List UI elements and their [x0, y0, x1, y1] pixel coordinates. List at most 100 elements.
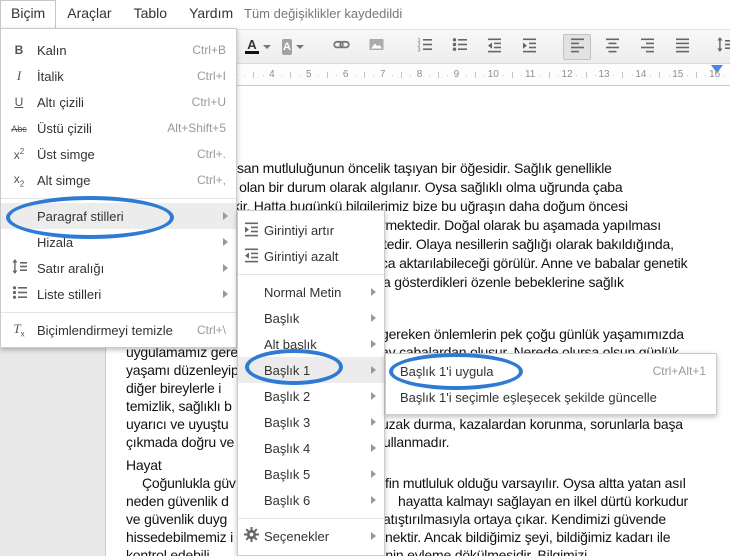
document-text-line[interactable]: Hayat [126, 458, 162, 473]
document-text-line[interactable]: a gösterdikleri özenle bebeklerine sağlı… [383, 275, 624, 290]
styles-submenu-item-normal-metin[interactable]: Normal Metin [238, 279, 384, 305]
document-text-line[interactable]: yaşamı düzenleyip [126, 363, 239, 378]
styles-submenu-item-başlık-6[interactable]: Başlık 6 [238, 487, 384, 513]
align-right-button[interactable] [633, 34, 661, 60]
document-text-line[interactable]: ullanmadır. [383, 435, 449, 450]
ruler-tick [585, 72, 587, 78]
line-spacing-icon [716, 36, 730, 58]
format-menu: B Kalın Ctrl+B I İtalik Ctrl+I U Altı çizili Ctr… [0, 28, 237, 348]
document-text-line[interactable]: r olan bir durum olarak algılanır. Oysa … [231, 180, 623, 195]
ruler-dot [391, 75, 393, 76]
ruler-number: 4 [269, 69, 275, 80]
format-menu-item-kalın[interactable]: B Kalın Ctrl+B [1, 37, 236, 63]
numbered-list-button[interactable]: 123 [410, 34, 438, 60]
text-color-button[interactable]: A [244, 34, 272, 60]
line-spacing-button[interactable] [716, 34, 730, 60]
format-menu-item-biçimlendirmeyi-temizle[interactable]: Tx Biçimlendirmeyi temizle Ctrl+\ [1, 317, 236, 343]
styles-submenu-item-seçenekler[interactable]: Seçenekler [238, 523, 384, 549]
document-text-line[interactable]: atıştırılmasıyla ortaya çıkar. Kendimizi… [383, 512, 666, 527]
justify-button[interactable] [668, 34, 696, 60]
menu-item-label: Üst simge [37, 146, 95, 162]
styles-submenu-item-başlık-2[interactable]: Başlık 2 [238, 383, 384, 409]
styles-submenu-item-girintiyi-artır[interactable]: Girintiyi artır [238, 217, 384, 243]
submenu-arrow-icon [371, 444, 376, 452]
list-styles-icon [1, 284, 37, 304]
ruler-tick [401, 72, 402, 78]
clear-formatting-icon: Tx [13, 321, 25, 339]
align-center-button[interactable] [598, 34, 626, 60]
styles-submenu-item-girintiyi-azalt[interactable]: Girintiyi azalt [238, 243, 384, 269]
styles-submenu-item-başlık-1[interactable]: Başlık 1 [238, 357, 384, 383]
menu-item-label: Normal Metin [264, 284, 342, 300]
menu-separator [1, 312, 236, 313]
svg-text:3: 3 [417, 47, 420, 53]
subscript-icon: x2 [13, 171, 25, 189]
document-text-line[interactable]: temizlik, sağlıklı b [126, 399, 232, 414]
styles-submenu-item-başlık-3[interactable]: Başlık 3 [238, 409, 384, 435]
ruler-dot [354, 75, 356, 76]
styles-submenu-item-alt-başlık[interactable]: Alt başlık [238, 331, 384, 357]
document-text-line[interactable]: uzak durma, kazalardan korunma, sorunlar… [381, 417, 683, 432]
submenu-arrow-icon [223, 238, 228, 246]
submenu-arrow-icon [371, 392, 376, 400]
menu-item-shortcut: Ctrl+U [191, 95, 226, 109]
document-text-line[interactable]: hissedebilmemiz i [126, 530, 233, 545]
document-text-line[interactable]: kontrol edebili [126, 548, 210, 556]
menu-item-label: Başlık 1 [264, 362, 311, 378]
bulleted-list-icon [451, 36, 468, 58]
styles-submenu-item-başlık-4[interactable]: Başlık 4 [238, 435, 384, 461]
menu-tab-tablo[interactable]: Tablo [123, 0, 178, 27]
document-text-line[interactable]: ca aktarılabileceği görülür. Anne ve bab… [381, 256, 688, 271]
decrease-indent-button[interactable] [480, 34, 508, 60]
document-text-line[interactable]: çıkmada doğru ve [126, 435, 234, 450]
document-text-line[interactable]: neden güvenlik d [126, 494, 229, 509]
menu-tab-biçim[interactable]: Biçim [0, 0, 57, 28]
format-menu-item-liste-stilleri[interactable]: Liste stilleri [1, 281, 236, 307]
document-text-line[interactable]: fin mutluluk olduğu varsayılır. Oysa alt… [385, 476, 686, 491]
highlight-color-button[interactable]: A [279, 34, 307, 60]
increase-indent-button[interactable] [515, 34, 543, 60]
format-menu-item-satır-aralığı[interactable]: Satır aralığı [1, 255, 236, 281]
document-text-line[interactable]: hayatta kalmayı sağlayan en ilkel dürtü … [398, 494, 688, 509]
ruler-dot [613, 75, 615, 76]
document-text-line[interactable]: nektir. Ancak bildiğimiz şeyi, bildiğimi… [385, 530, 670, 545]
insert-link-button[interactable] [327, 34, 355, 60]
document-text-line[interactable]: Çoğunlukla güv [142, 476, 236, 491]
format-menu-item-alt-simge[interactable]: x2 Alt simge Ctrl+, [1, 167, 236, 193]
align-left-button[interactable] [563, 33, 591, 60]
document-text-line[interactable]: san mutluluğunun öncelik taşıyan bir öğe… [237, 161, 612, 176]
ruler-dot [262, 75, 264, 76]
ruler-tick [474, 72, 476, 78]
document-text-line[interactable]: rmektedir. Doğal olarak bu aşamada yapıl… [381, 218, 661, 233]
ruler-number: 11 [524, 69, 536, 80]
ruler-number: 13 [598, 69, 610, 80]
format-menu-item-i-talik[interactable]: I İtalik Ctrl+I [1, 63, 236, 89]
heading1-submenu-item-başlık-1'i-uygula[interactable]: Başlık 1'i uygula Ctrl+Alt+1 [386, 358, 716, 384]
document-text-line[interactable]: gereken önlemlerin pek çoğu günlük yaşam… [381, 327, 684, 342]
document-text-line[interactable]: diğer bireylerle i [126, 381, 221, 396]
document-text-line[interactable]: ve güvenlik duyg [126, 512, 227, 527]
menu-tab-araçlar[interactable]: Araçlar [56, 0, 122, 27]
menu-tab-yardım[interactable]: Yardım [178, 0, 244, 27]
superscript-icon: x2 [13, 146, 25, 162]
heading1-submenu-item-başlık-1'i-seçimle-eşleşecek-şekilde-güncelle[interactable]: Başlık 1'i seçimle eşleşecek şekilde gün… [386, 384, 716, 410]
menu-item-label: Hizala [37, 234, 74, 250]
menu-item-label: Altı çizili [37, 94, 84, 110]
submenu-arrow-icon [371, 496, 376, 504]
document-text-line[interactable]: uyarıcı ve uyuştu [126, 417, 229, 432]
styles-submenu-item-başlık-5[interactable]: Başlık 5 [238, 461, 384, 487]
ruler-dot [520, 75, 522, 76]
styles-submenu-item-başlık[interactable]: Başlık [238, 305, 384, 331]
format-menu-item-üst-simge[interactable]: x2 Üst simge Ctrl+. [1, 141, 236, 167]
format-menu-item-altı-çizili[interactable]: U Altı çizili Ctrl+U [1, 89, 236, 115]
format-menu-item-üstü-çizili[interactable]: Abc Üstü çizili Alt+Shift+5 [1, 115, 236, 141]
insert-image-button[interactable] [362, 34, 390, 60]
menu-item-label: Alt simge [37, 172, 91, 188]
line-spacing-icon [1, 258, 37, 278]
format-menu-item-hizala[interactable]: Hizala [1, 229, 236, 255]
bulleted-list-button[interactable] [445, 34, 473, 60]
ruler-dot [594, 75, 596, 76]
document-text-line[interactable]: tedir. Olaya nesillerin sağlığı olarak b… [383, 237, 674, 252]
format-menu-item-paragraf-stilleri[interactable]: Paragraf stilleri [1, 203, 236, 229]
submenu-arrow-icon [371, 418, 376, 426]
